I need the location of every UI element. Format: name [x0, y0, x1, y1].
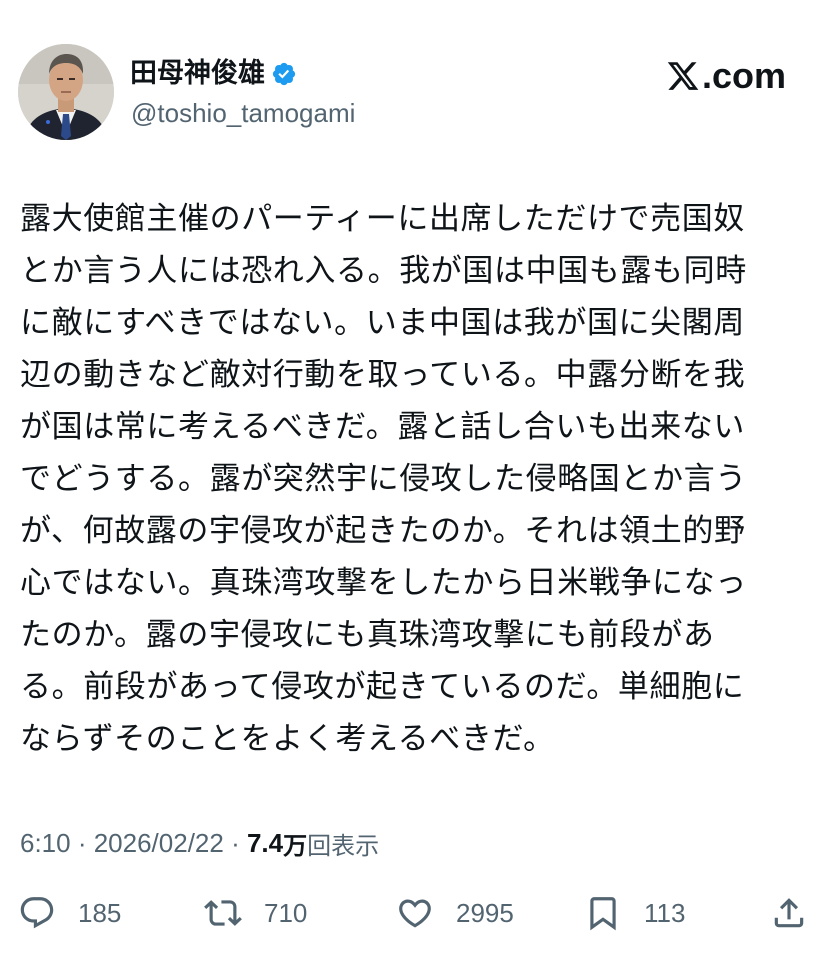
- like-button[interactable]: 2995: [396, 890, 514, 936]
- reply-button[interactable]: 185: [18, 890, 121, 936]
- repost-button[interactable]: 710: [204, 890, 307, 936]
- share-button[interactable]: [770, 890, 808, 936]
- bookmark-icon: [590, 897, 616, 931]
- verified-badge-icon: [271, 61, 297, 87]
- meta-separator: ·: [70, 827, 94, 858]
- views-unit: 万: [283, 831, 308, 860]
- display-name[interactable]: 田母神俊雄: [130, 56, 265, 92]
- meta-separator-2: ·: [223, 827, 247, 858]
- tweet-metadata: 6:10 · 2026/02/22 · 7.4 万 回表示: [20, 823, 379, 863]
- repost-count: 710: [264, 897, 308, 928]
- x-logo-icon: [667, 62, 699, 90]
- tweet-header: 田母神俊雄 @toshio_tamogami .com: [18, 44, 810, 144]
- author-name-row[interactable]: 田母神俊雄: [130, 56, 297, 92]
- brand-logo: .com: [666, 55, 786, 96]
- bookmark-count: 113: [644, 897, 686, 928]
- heart-icon: [399, 899, 431, 928]
- brand-domain-label: .com: [701, 55, 786, 96]
- tweet-date[interactable]: 2026/02/22: [94, 828, 224, 859]
- bookmark-button[interactable]: 113: [584, 890, 685, 936]
- action-bar: 185 710 2995 113: [18, 890, 810, 936]
- tweet-time[interactable]: 6:10: [20, 828, 71, 859]
- share-icon: [774, 898, 804, 928]
- repost-icon: [204, 900, 242, 926]
- like-count: 2995: [456, 897, 514, 928]
- tweet-text: 露大使館主催のパーティーに出席しただけで売国奴 とか言う人には恐れ入る。我が国は…: [20, 201, 747, 757]
- avatar[interactable]: [18, 44, 114, 140]
- reply-icon: [20, 897, 54, 929]
- views-count: 7.4: [246, 827, 284, 858]
- author-handle[interactable]: @toshio_tamogami: [131, 96, 355, 130]
- reply-count: 185: [78, 897, 122, 928]
- views-label: 回表示: [307, 831, 380, 860]
